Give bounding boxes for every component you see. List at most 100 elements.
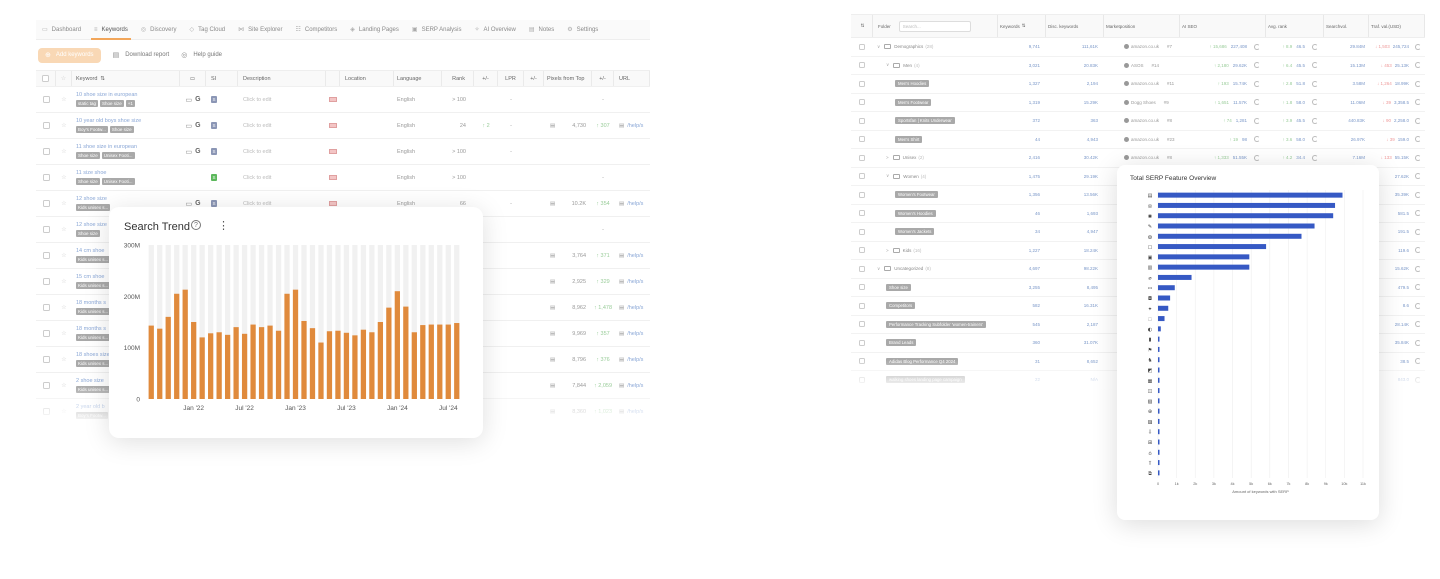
table-row[interactable]: ☆ 11 size shoe Shoe size Unisex Footi... S Cl…: [36, 165, 650, 191]
table-row[interactable]: ☆ 11 shoe size in european Shoe size Unisex…: [36, 139, 650, 165]
keyword-cell[interactable]: 10 year old boys shoe size Boy's Footw...…: [72, 113, 180, 138]
star-icon[interactable]: ☆: [61, 200, 66, 207]
trend-bar[interactable]: [360, 329, 367, 399]
trend-bar[interactable]: [275, 330, 282, 399]
trend-bar[interactable]: [420, 325, 426, 399]
serp-bar[interactable]: [1158, 357, 1160, 363]
serp-bar[interactable]: [1158, 202, 1336, 208]
keyword-text[interactable]: 18 shoes size: [76, 352, 110, 358]
tab-competitors[interactable]: ☷ Competitors: [296, 20, 338, 40]
table-row[interactable]: ☆ 10 year old boys shoe size Boy's Footw..…: [36, 113, 650, 139]
serp-preview-icon[interactable]: ▤: [550, 279, 555, 285]
keywords-count[interactable]: 3,021: [1029, 63, 1040, 68]
trend-bar[interactable]: [174, 293, 180, 399]
serp-preview-icon[interactable]: ▤: [550, 123, 555, 129]
serp-bar[interactable]: [1158, 233, 1302, 239]
tab-site-explorer[interactable]: ⋈ Site Explorer: [238, 20, 282, 40]
keyword-text[interactable]: 2 shoe size: [76, 378, 104, 384]
header-rank-change[interactable]: +/-: [474, 71, 498, 86]
serp-bar[interactable]: [1158, 377, 1160, 383]
folder-name[interactable]: Women: [903, 174, 918, 179]
trend-bar[interactable]: [343, 332, 350, 399]
trend-bar[interactable]: [411, 332, 417, 399]
disc-keywords-count[interactable]: 8,495: [1087, 285, 1098, 290]
description-text[interactable]: Click to edit: [243, 97, 271, 103]
url-link[interactable]: /help/s: [627, 357, 643, 363]
tag-badge[interactable]: Competitors: [886, 302, 916, 310]
select-all-checkbox[interactable]: [42, 75, 49, 82]
disc-keywords-count[interactable]: 29.19K: [1084, 174, 1098, 179]
header-disc-keywords[interactable]: Disc. keywords: [1046, 15, 1104, 37]
url-link[interactable]: /help/s: [627, 201, 643, 207]
keyword-cell[interactable]: 11 shoe size in european Shoe size Unisex …: [72, 139, 180, 164]
add-keywords-button[interactable]: ⊕ Add keywords: [38, 47, 101, 63]
chevron-right-icon[interactable]: >: [886, 155, 889, 160]
description-cell[interactable]: Click to edit: [238, 165, 326, 190]
keywords-count[interactable]: 4,697: [1029, 266, 1040, 271]
row-checkbox[interactable]: [42, 278, 50, 285]
keywords-count[interactable]: 1,227: [1029, 248, 1040, 253]
chevron-down-icon[interactable]: ∨: [877, 266, 880, 272]
serp-bar[interactable]: [1158, 192, 1343, 198]
star-icon[interactable]: ☆: [61, 174, 66, 181]
row-checkbox[interactable]: [859, 117, 865, 124]
chevron-down-icon[interactable]: ∨: [886, 62, 889, 68]
keywords-count[interactable]: 582: [1032, 303, 1040, 308]
tab-serp-analysis[interactable]: ▣ SERP Analysis: [412, 20, 462, 40]
row-checkbox[interactable]: [859, 62, 865, 69]
keyword-text[interactable]: 11 shoe size in european: [76, 144, 137, 150]
row-checkbox[interactable]: [42, 174, 50, 181]
serp-bar[interactable]: [1158, 274, 1192, 280]
download-report-button[interactable]: ▤ Download report: [113, 51, 170, 59]
keyword-text[interactable]: 12 shoe size: [76, 222, 107, 228]
folder-name[interactable]: Kids: [903, 248, 912, 253]
keyword-text[interactable]: 11 size shoe: [76, 170, 106, 176]
trend-bar[interactable]: [148, 325, 154, 399]
row-checkbox[interactable]: [42, 252, 50, 259]
folder-row[interactable]: Men's Shirt 44 4,943 amazon.co.uk #23 ↑ 19 98 ↑…: [851, 131, 1425, 149]
row-checkbox[interactable]: [859, 210, 865, 217]
serp-bar[interactable]: [1158, 316, 1165, 322]
folder-search-input[interactable]: Search...: [898, 20, 971, 32]
row-checkbox[interactable]: [859, 247, 865, 254]
disc-keywords-count[interactable]: 16.31K: [1084, 303, 1098, 308]
row-checkbox[interactable]: [859, 321, 865, 328]
folder-row[interactable]: ∨ Demographics (28) 9,741 111,61K amazon.co.u…: [851, 38, 1425, 57]
trend-bar[interactable]: [369, 332, 375, 399]
star-icon[interactable]: ☆: [61, 330, 66, 337]
serp-bar[interactable]: [1158, 367, 1160, 373]
star-icon[interactable]: ☆: [61, 252, 66, 259]
tag-badge[interactable]: Shoe size: [76, 178, 100, 185]
tag-badge[interactable]: Shoe size: [886, 283, 911, 291]
row-checkbox[interactable]: [859, 43, 865, 50]
row-checkbox[interactable]: [42, 356, 50, 363]
description-cell[interactable]: Click to edit: [238, 139, 326, 164]
row-checkbox[interactable]: [859, 265, 865, 272]
serp-bar[interactable]: [1158, 336, 1160, 342]
tag-badge[interactable]: Kids unisex s...: [76, 282, 111, 289]
trend-bar[interactable]: [208, 333, 214, 399]
tab-discovery[interactable]: ◎ Discovery: [141, 20, 177, 40]
keywords-count[interactable]: 1,475: [1029, 174, 1040, 179]
url-cell[interactable]: ▤/help/s: [614, 269, 650, 294]
disc-keywords-count[interactable]: 98.22K: [1084, 266, 1098, 271]
url-link[interactable]: /help/s: [627, 123, 643, 129]
keyword-text[interactable]: 15 cm shoe: [76, 274, 104, 280]
keyword-text[interactable]: 10 year old boys shoe size: [76, 118, 141, 124]
tag-badge[interactable]: Women's Hoodies: [895, 209, 936, 217]
row-checkbox[interactable]: [859, 339, 865, 346]
url-cell[interactable]: ▤/help/s: [614, 113, 650, 138]
header-marketposition[interactable]: Marketposition: [1104, 15, 1180, 37]
tag-badge[interactable]: Shoe size: [76, 230, 100, 237]
trend-bar[interactable]: [318, 342, 324, 399]
header-traffic-value[interactable]: Traf. val.(USD): [1369, 15, 1425, 37]
trend-bar[interactable]: [377, 322, 384, 399]
tab-notes[interactable]: ▤ Notes: [529, 20, 554, 40]
folder-row[interactable]: ∨ Men (4) 3,021 20.83K ASOS #14 ↑ 2,180 29.62K ↑ …: [851, 57, 1425, 75]
tag-badge[interactable]: Boy's Footw...: [76, 126, 108, 133]
header-avg-rank[interactable]: Avg. rank: [1266, 15, 1324, 37]
keywords-count[interactable]: 9,741: [1029, 44, 1040, 49]
keyword-text[interactable]: 10 shoe size in european: [76, 92, 137, 98]
serp-bar[interactable]: [1158, 285, 1175, 291]
url-cell[interactable]: ▤/help/s: [614, 243, 650, 268]
